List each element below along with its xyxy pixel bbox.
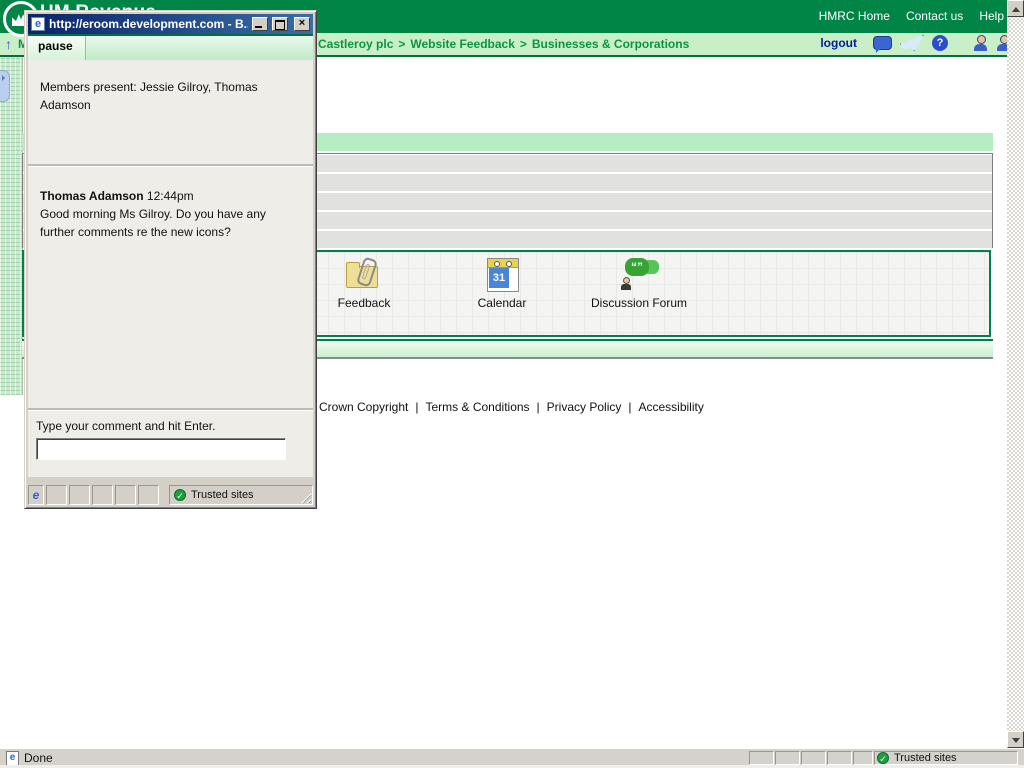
browser-status-bar: e Done ✓ Trusted sites [0, 748, 1024, 765]
discussion-bubbles-icon: “” [619, 258, 659, 292]
sidebar-strip [0, 57, 23, 395]
chat-message-text: Good morning Ms Gilroy. Do you have any … [40, 205, 292, 241]
breadcrumb-separator: > [398, 37, 405, 51]
resize-grip[interactable] [299, 491, 311, 503]
window-face-gap [28, 477, 313, 485]
screen: HMRC Home Contact us Help HM Revenue ↑ M… [0, 0, 1024, 768]
footer-link-crown-copyright[interactable]: Crown Copyright [319, 400, 408, 414]
pause-bar: pause [28, 34, 313, 60]
status-cell [775, 751, 800, 765]
chat-message: Thomas Adamson 12:44pm [40, 187, 301, 205]
maximize-button[interactable] [272, 17, 288, 31]
link-contact-us[interactable]: Contact us [906, 9, 963, 23]
security-zone: ✓ Trusted sites [874, 751, 1018, 765]
popup-security-zone: ✓ Trusted sites [169, 485, 313, 505]
member-person-icon[interactable] [974, 35, 987, 51]
help-question-icon[interactable]: ? [932, 35, 948, 51]
popup-status-cell [46, 485, 67, 505]
breadcrumb-item-website-feedback[interactable]: Website Feedback [410, 37, 514, 51]
popup-status-cell [138, 485, 159, 505]
vertical-scrollbar[interactable] [1007, 0, 1024, 748]
item-label[interactable]: Discussion Forum [584, 296, 694, 310]
chat-log: Thomas Adamson 12:44pm Good morning Ms G… [28, 167, 313, 408]
up-arrow-icon[interactable]: ↑ [5, 36, 12, 52]
members-present-panel: Members present: Jessie Gilroy, Thomas A… [28, 60, 313, 164]
status-cell [853, 751, 873, 765]
calendar-icon: 31 [482, 258, 522, 292]
feedback-paperclip-icon [344, 258, 384, 292]
chat-popup-window: e http://eroom.development.com - B... × … [24, 10, 317, 509]
scroll-down-button[interactable] [1007, 731, 1024, 748]
status-done-text: Done [24, 751, 53, 765]
minimize-button[interactable] [252, 17, 268, 31]
comment-input-label: Type your comment and hit Enter. [36, 419, 313, 433]
scroll-up-button[interactable] [1007, 0, 1024, 17]
comment-input[interactable] [36, 438, 286, 460]
popup-status-cell [115, 485, 136, 505]
logout-link[interactable]: logout [820, 36, 857, 50]
item-label[interactable]: Feedback [309, 296, 419, 310]
chat-time: 12:44pm [147, 189, 194, 203]
chat-bubble-icon[interactable] [873, 36, 892, 50]
status-cell [801, 751, 826, 765]
page-icon: e [6, 751, 19, 766]
item-feedback[interactable]: Feedback [309, 258, 419, 310]
footer-separator: | [537, 400, 540, 414]
members-present-text: Members present: Jessie Gilroy, Thomas A… [40, 78, 280, 114]
comment-input-area: Type your comment and hit Enter. [28, 411, 313, 477]
trusted-check-icon: ✓ [174, 489, 186, 501]
breadcrumb: Castleroy plc > Website Feedback > Businesse… [318, 37, 689, 51]
sidebar-expander-tab[interactable] [0, 70, 10, 102]
send-plane-icon[interactable] [900, 35, 924, 51]
item-discussion-forum[interactable]: “” Discussion Forum [584, 258, 694, 310]
popup-status-bar: e ✓ Trusted sites [28, 485, 313, 505]
header-links: HMRC Home Contact us Help [819, 9, 1004, 23]
popup-status-cell [69, 485, 90, 505]
trusted-check-icon: ✓ [877, 752, 889, 764]
item-calendar[interactable]: 31 Calendar [447, 258, 557, 310]
footer-link-accessibility[interactable]: Accessibility [638, 400, 703, 414]
popup-title: http://eroom.development.com - B... [49, 17, 248, 31]
status-cell [827, 751, 852, 765]
footer-link-privacy[interactable]: Privacy Policy [547, 400, 622, 414]
ie-icon: e [33, 488, 40, 502]
chat-author: Thomas Adamson [40, 189, 144, 203]
breadcrumb-item-businesses[interactable]: Businesses & Corporations [532, 37, 689, 51]
popup-title-bar[interactable]: e http://eroom.development.com - B... × [28, 14, 313, 34]
close-button[interactable]: × [294, 17, 310, 31]
link-hmrc-home[interactable]: HMRC Home [819, 9, 890, 23]
footer-separator: | [415, 400, 418, 414]
popup-status-cell [92, 485, 113, 505]
item-label[interactable]: Calendar [447, 296, 557, 310]
popup-status-icon-cell: e [28, 485, 44, 505]
popup-security-zone-text: Trusted sites [191, 489, 254, 501]
footer-links: Crown Copyright | Terms & Conditions | Priva… [319, 400, 704, 414]
pause-button[interactable]: pause [28, 36, 86, 60]
footer-separator: | [628, 400, 631, 414]
footer-link-terms[interactable]: Terms & Conditions [426, 400, 530, 414]
security-zone-text: Trusted sites [894, 752, 957, 764]
link-help[interactable]: Help [979, 9, 1004, 23]
breadcrumb-separator: > [520, 37, 527, 51]
ie-icon: e [31, 17, 45, 31]
breadcrumb-actions: logout ? [820, 35, 1010, 51]
status-cell [749, 751, 774, 765]
breadcrumb-item-castleroy[interactable]: Castleroy plc [318, 37, 393, 51]
